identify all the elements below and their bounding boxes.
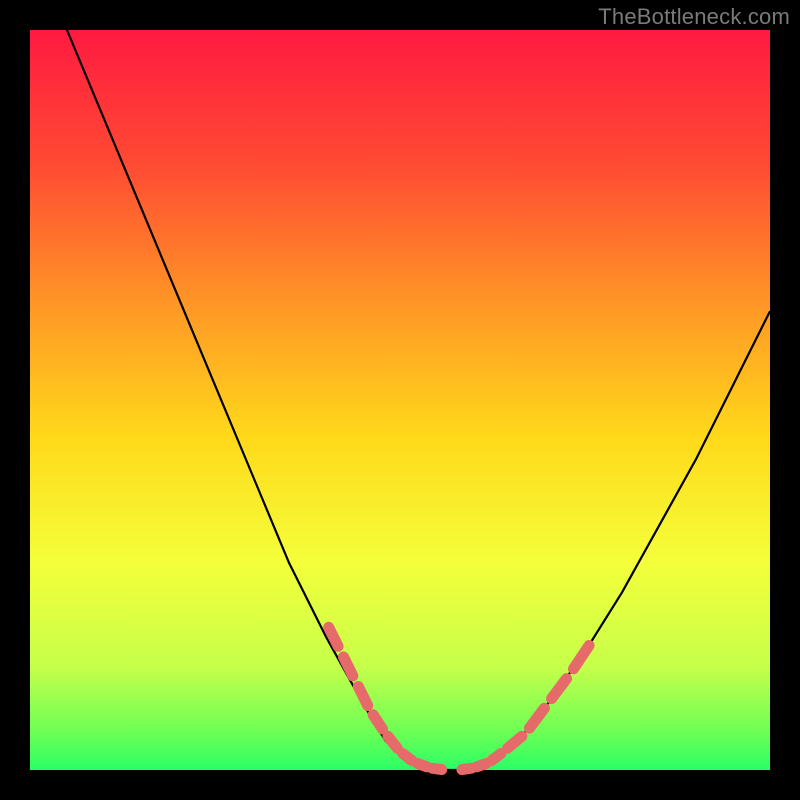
highlight-dash <box>492 754 501 761</box>
highlight-dash <box>388 736 397 748</box>
plot-area <box>30 30 770 770</box>
highlight-dash <box>432 768 441 769</box>
plot-svg <box>0 0 800 800</box>
highlight-dash <box>418 764 427 767</box>
highlight-dash <box>403 754 412 761</box>
highlight-dash <box>373 715 382 729</box>
highlight-dash <box>477 764 486 767</box>
highlight-dash <box>462 768 471 769</box>
chart-stage: { "attribution": "TheBottleneck.com", "c… <box>0 0 800 800</box>
attribution-text: TheBottleneck.com <box>598 4 790 30</box>
